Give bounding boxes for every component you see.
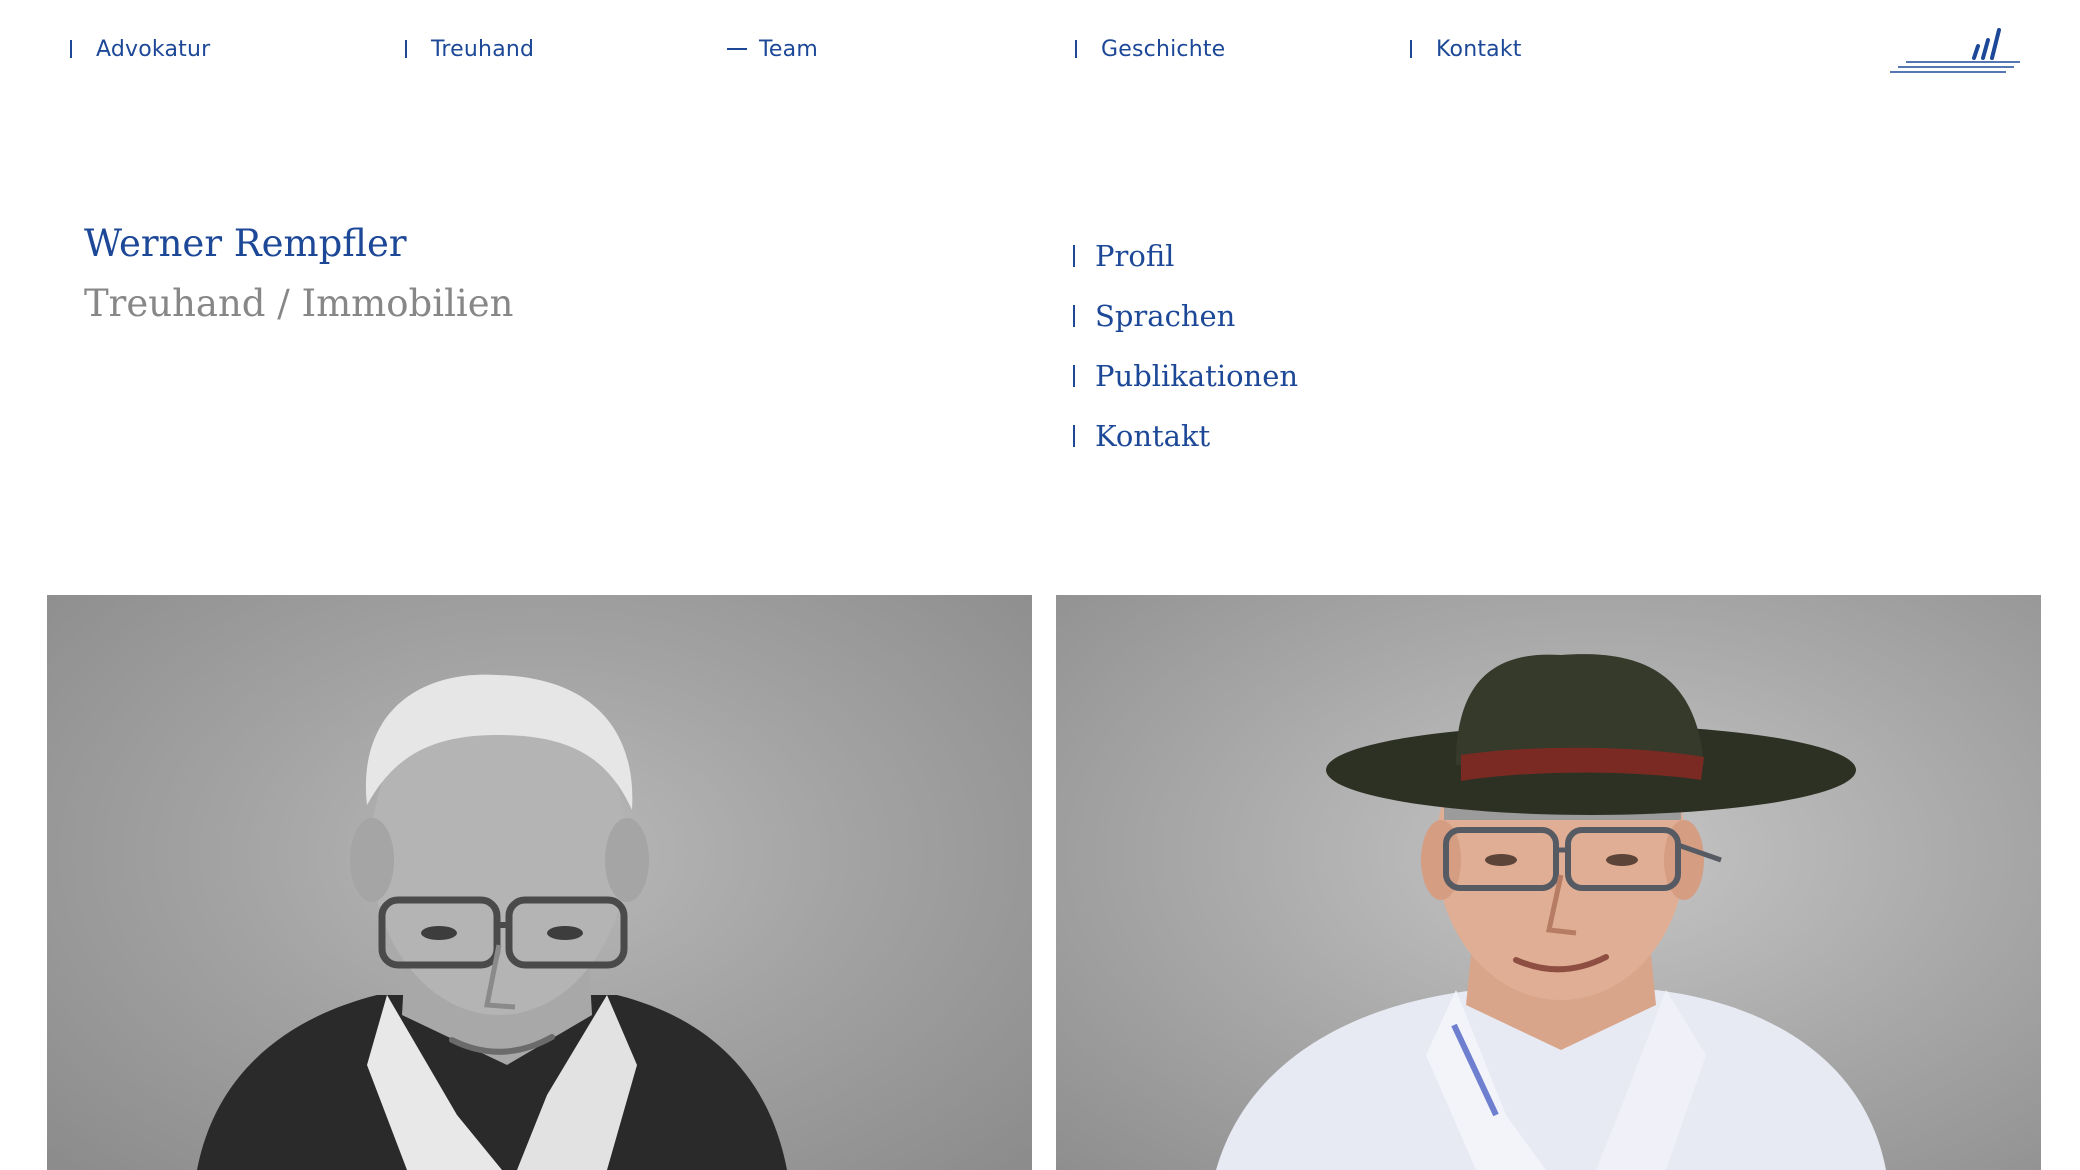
subnav-item-label: Kontakt [1095,419,1211,453]
nav-item-advokatur[interactable]: Advokatur [64,32,210,66]
nav-item-label: Kontakt [1436,36,1522,62]
nav-bar-marker [1410,40,1412,58]
person-role: Treuhand / Immobilien [84,282,514,325]
subnav-bar-marker [1073,245,1075,267]
nav-item-treuhand[interactable]: Treuhand [399,32,534,66]
profile-subnav: Profil Sprachen Publikationen Kontakt [1070,226,1570,466]
subnav-item-publikationen[interactable]: Publikationen [1070,346,1570,406]
subnav-bar-marker [1073,305,1075,327]
nav-item-kontakt[interactable]: Kontakt [1404,32,1522,66]
subnav-item-kontakt[interactable]: Kontakt [1070,406,1570,466]
portrait-photo-bw [47,595,1032,1170]
nav-item-label: Advokatur [96,36,211,62]
logo-graphic [1890,28,2020,73]
nav-bar-marker [70,40,72,58]
nav-item-geschichte[interactable]: Geschichte [1069,32,1225,66]
top-navigation: Advokatur Treuhand Team Geschichte Konta… [0,0,2080,100]
nav-dash-marker [727,48,747,50]
portrait-illustration [197,674,787,1170]
nav-item-label: Treuhand [431,36,535,62]
subnav-item-profil[interactable]: Profil [1070,226,1570,286]
nav-bar-marker [405,40,407,58]
subnav-bar-marker [1073,425,1075,447]
subnav-item-sprachen[interactable]: Sprachen [1070,286,1570,346]
nav-item-label: Geschichte [1101,36,1226,62]
person-name: Werner Rempfler [84,222,407,265]
portrait-illustration [1216,654,1886,1170]
nav-item-label: Team [759,36,818,62]
subnav-item-label: Publikationen [1095,359,1299,393]
subnav-bar-marker [1073,365,1075,387]
nav-bar-marker [1075,40,1077,58]
nav-item-team-active[interactable]: Team [727,32,818,66]
subnav-item-label: Sprachen [1095,299,1236,333]
company-logo-icon[interactable] [1888,24,2024,76]
portrait-photo-hat [1056,595,2041,1170]
subnav-item-label: Profil [1095,239,1175,273]
